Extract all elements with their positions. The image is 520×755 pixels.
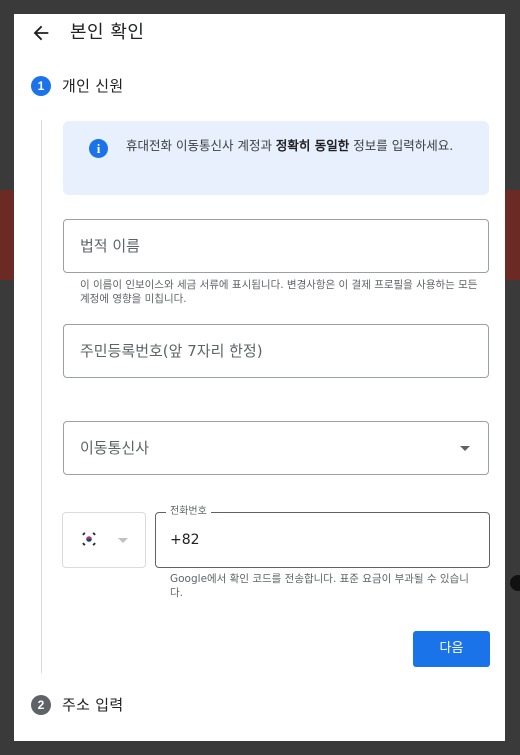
- info-banner: i 휴대전화 이동통신사 계정과 정확히 동일한 정보를 입력하세요.: [63, 121, 489, 195]
- identity-verification-dialog: 본인 확인 1 개인 신원 i 휴대전화 이동통신사 계정과 정확히 동일한 정…: [14, 14, 505, 741]
- info-text: 휴대전화 이동통신사 계정과 정확히 동일한 정보를 입력하세요.: [126, 135, 471, 157]
- legal-name-input[interactable]: 법적 이름: [63, 219, 489, 273]
- info-icon: i: [89, 139, 108, 158]
- next-button[interactable]: 다음: [413, 631, 490, 667]
- info-text-post: 정보를 입력하세요.: [349, 138, 454, 153]
- background-dot: [510, 575, 520, 591]
- info-text-pre: 휴대전화 이동통신사 계정과: [126, 138, 276, 153]
- dialog-title: 본인 확인: [70, 22, 145, 43]
- country-code-select[interactable]: [62, 512, 146, 568]
- carrier-select[interactable]: 이동통신사: [63, 421, 489, 475]
- step-1-indicator: 1: [31, 76, 51, 96]
- step-2-indicator: 2: [31, 695, 51, 715]
- carrier-placeholder: 이동통신사: [80, 439, 150, 457]
- chevron-down-icon: [118, 538, 128, 543]
- legal-name-helper: 이 이름이 인보이스와 세금 서류에 표시됩니다. 변경사항은 이 결제 프로필…: [80, 279, 478, 305]
- back-button[interactable]: [30, 22, 52, 44]
- rrn-placeholder: 주민등록번호(앞 7자리 한정): [80, 342, 263, 360]
- arrow-back-icon: [33, 25, 49, 41]
- step-1-label: 개인 신원: [62, 77, 124, 95]
- step-connector-line: [41, 120, 42, 673]
- legal-name-placeholder: 법적 이름: [80, 237, 140, 255]
- phone-helper: Google에서 확인 코드를 전송합니다. 표준 요금이 부과될 수 있습니다…: [170, 573, 469, 599]
- phone-label: 전화번호: [166, 505, 211, 519]
- phone-number-input[interactable]: 전화번호 +82: [155, 505, 490, 568]
- dropdown-arrow-icon: [460, 446, 470, 451]
- info-text-bold: 정확히 동일한: [275, 138, 350, 153]
- rrn-input[interactable]: 주민등록번호(앞 7자리 한정): [63, 324, 489, 378]
- kr-flag-icon: [81, 531, 97, 547]
- phone-value: +82: [170, 532, 200, 548]
- step-2-label: 주소 입력: [62, 696, 124, 714]
